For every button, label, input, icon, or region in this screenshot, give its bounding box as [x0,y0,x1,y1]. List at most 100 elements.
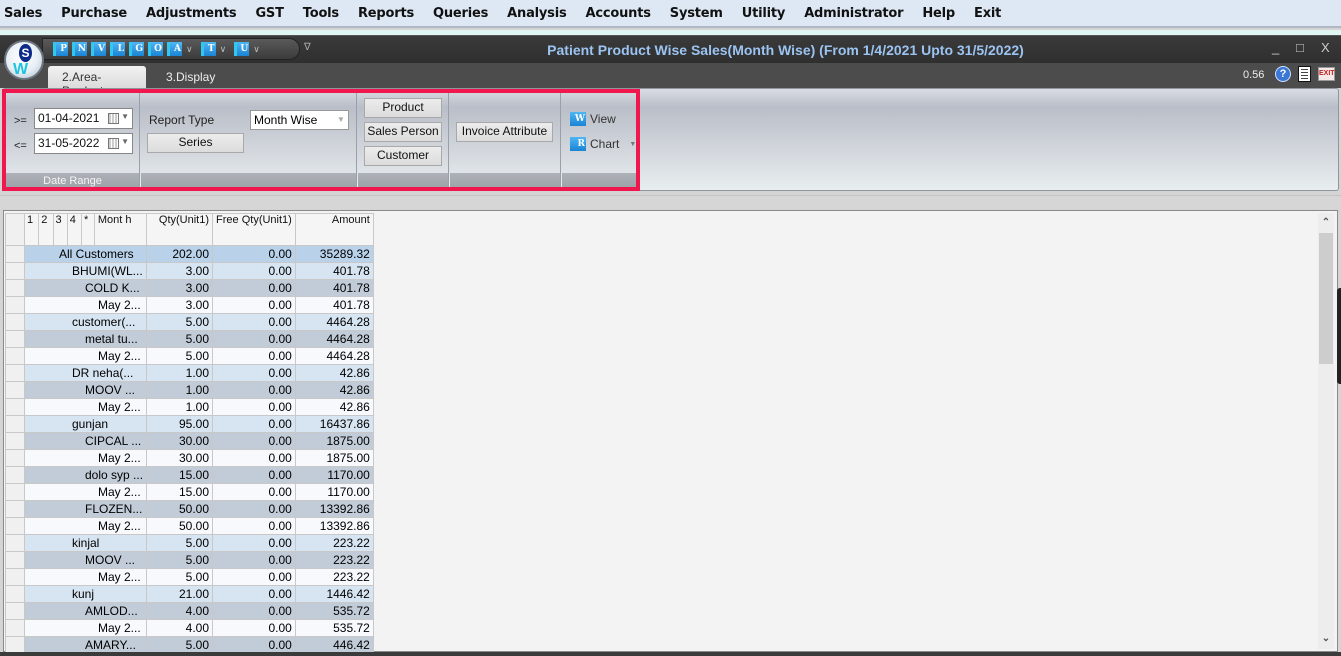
row-header[interactable] [5,296,25,314]
table-row[interactable]: customer(... 5.00 0.00 4464.28 [5,313,374,331]
table-row[interactable]: May 2... 15.00 0.00 1170.00 [5,483,374,501]
table-row[interactable]: May 2... 5.00 0.00 4464.28 [5,347,374,365]
table-row[interactable]: MOOV ... 5.00 0.00 223.22 [5,551,374,569]
menu-tools[interactable]: Tools [299,6,349,21]
level-4-button[interactable]: 4 [66,213,83,246]
row-header[interactable] [5,347,25,365]
menu-reports[interactable]: Reports [354,6,424,21]
view-button[interactable]: W View [570,112,616,126]
table-row[interactable]: COLD K... 3.00 0.00 401.78 [5,279,374,297]
report-icon[interactable] [1298,66,1311,82]
menu-administrator[interactable]: Administrator [800,6,913,21]
row-header[interactable] [5,449,25,467]
table-row[interactable]: May 2... 5.00 0.00 223.22 [5,568,374,586]
row-header[interactable] [5,551,25,569]
table-row[interactable]: kunj 21.00 0.00 1446.42 [5,585,374,603]
row-header[interactable] [5,568,25,586]
row-header[interactable] [5,330,25,348]
row-header[interactable] [5,279,25,297]
level-3-button[interactable]: 3 [52,213,68,246]
table-row[interactable]: May 2... 30.00 0.00 1875.00 [5,449,374,467]
vertical-scrollbar[interactable]: ⌃ ⌄ [1318,213,1334,649]
tab-area-product[interactable]: 2.Area-Product [48,66,146,98]
row-header[interactable] [5,364,25,382]
row-header[interactable] [5,500,25,518]
customize-toolbar-icon[interactable]: ∇ [304,42,311,53]
calendar-icon[interactable] [108,113,119,124]
chevron-down-icon[interactable]: ∨ [186,44,193,55]
chevron-down-icon[interactable]: ▼ [121,137,129,146]
chevron-down-icon[interactable]: ▼ [334,111,348,129]
table-row[interactable]: gunjan 95.00 0.00 16437.86 [5,415,374,433]
row-header[interactable] [5,398,25,416]
row-header[interactable] [5,245,25,263]
table-row[interactable]: BHUMI(WL... 3.00 0.00 401.78 [5,262,374,280]
exit-icon[interactable]: EXIT [1318,67,1335,81]
chevron-down-icon[interactable]: ▼ [629,141,636,148]
menu-system[interactable]: System [666,6,733,21]
table-row[interactable]: May 2... 3.00 0.00 401.78 [5,296,374,314]
table-row[interactable]: MOOV ... 1.00 0.00 42.86 [5,381,374,399]
table-row[interactable]: AMLOD... 4.00 0.00 535.72 [5,602,374,620]
menu-utility[interactable]: Utility [738,6,795,21]
quick-access-g-button[interactable]: G [129,42,144,56]
invoice-attribute-button[interactable]: Invoice Attribute [456,122,553,142]
column-header-month[interactable]: Mont h [93,213,148,246]
row-header[interactable] [5,602,25,620]
sales-person-button[interactable]: Sales Person [364,122,442,142]
row-header[interactable] [5,585,25,603]
menu-sales[interactable]: Sales [0,6,52,21]
side-panel-handle[interactable] [1337,288,1341,384]
menu-adjustments[interactable]: Adjustments [142,6,246,21]
table-row[interactable]: May 2... 4.00 0.00 535.72 [5,619,374,637]
menu-accounts[interactable]: Accounts [582,6,661,21]
menu-help[interactable]: Help [918,6,965,21]
menu-analysis[interactable]: Analysis [503,6,576,21]
quick-access-v-button[interactable]: V [91,42,106,56]
row-header[interactable] [5,262,25,280]
chevron-down-icon[interactable]: ∨ [220,44,227,55]
quick-access-u-button[interactable]: U [234,42,250,56]
chart-button[interactable]: R Chart ▼ [570,137,636,151]
close-button[interactable]: X [1321,40,1330,55]
minimize-button[interactable]: _ [1272,40,1279,55]
column-header-free-qty[interactable]: Free Qty(Unit1) [212,213,296,246]
row-header[interactable] [5,636,25,654]
tab-display[interactable]: 3.Display [152,66,229,88]
menu-purchase[interactable]: Purchase [57,6,137,21]
table-row[interactable]: metal tu... 5.00 0.00 4464.28 [5,330,374,348]
quick-access-n-button[interactable]: N [72,42,87,56]
chevron-down-icon[interactable]: ∨ [253,44,260,55]
row-header[interactable] [5,381,25,399]
level-2-button[interactable]: 2 [38,213,54,246]
row-header[interactable] [5,415,25,433]
customer-button[interactable]: Customer [364,146,442,166]
calendar-icon[interactable] [108,138,119,149]
row-header[interactable] [5,313,25,331]
menu-queries[interactable]: Queries [429,6,498,21]
quick-access-o-button[interactable]: O [148,42,163,56]
row-header[interactable] [5,517,25,535]
table-row[interactable]: dolo syp ... 15.00 0.00 1170.00 [5,466,374,484]
quick-access-l-button[interactable]: L [110,42,125,56]
level-all-button[interactable]: * [81,213,95,246]
app-logo[interactable]: S W [4,40,44,80]
row-header[interactable] [5,619,25,637]
maximize-button[interactable]: □ [1296,40,1304,55]
help-icon[interactable]: ? [1275,66,1291,82]
row-header[interactable] [5,466,25,484]
chevron-down-icon[interactable]: ▼ [121,112,129,121]
column-header-qty[interactable]: Qty(Unit1) [146,213,214,246]
quick-access-t-button[interactable]: T [200,42,216,56]
from-date-field[interactable]: 01-04-2021 ▼ [34,108,133,129]
row-header[interactable] [5,483,25,501]
to-date-field[interactable]: 31-05-2022 ▼ [34,133,133,154]
scroll-down-icon[interactable]: ⌄ [1318,631,1334,647]
table-row[interactable]: FLOZEN... 50.00 0.00 13392.86 [5,500,374,518]
table-row[interactable]: May 2... 1.00 0.00 42.86 [5,398,374,416]
table-row[interactable]: All Customers 202.00 0.00 35289.32 [5,245,374,263]
column-header-amount[interactable]: Amount [294,213,374,246]
table-row[interactable]: DR neha(... 1.00 0.00 42.86 [5,364,374,382]
table-row[interactable]: CIPCAL ... 30.00 0.00 1875.00 [5,432,374,450]
series-button[interactable]: Series [147,133,244,153]
